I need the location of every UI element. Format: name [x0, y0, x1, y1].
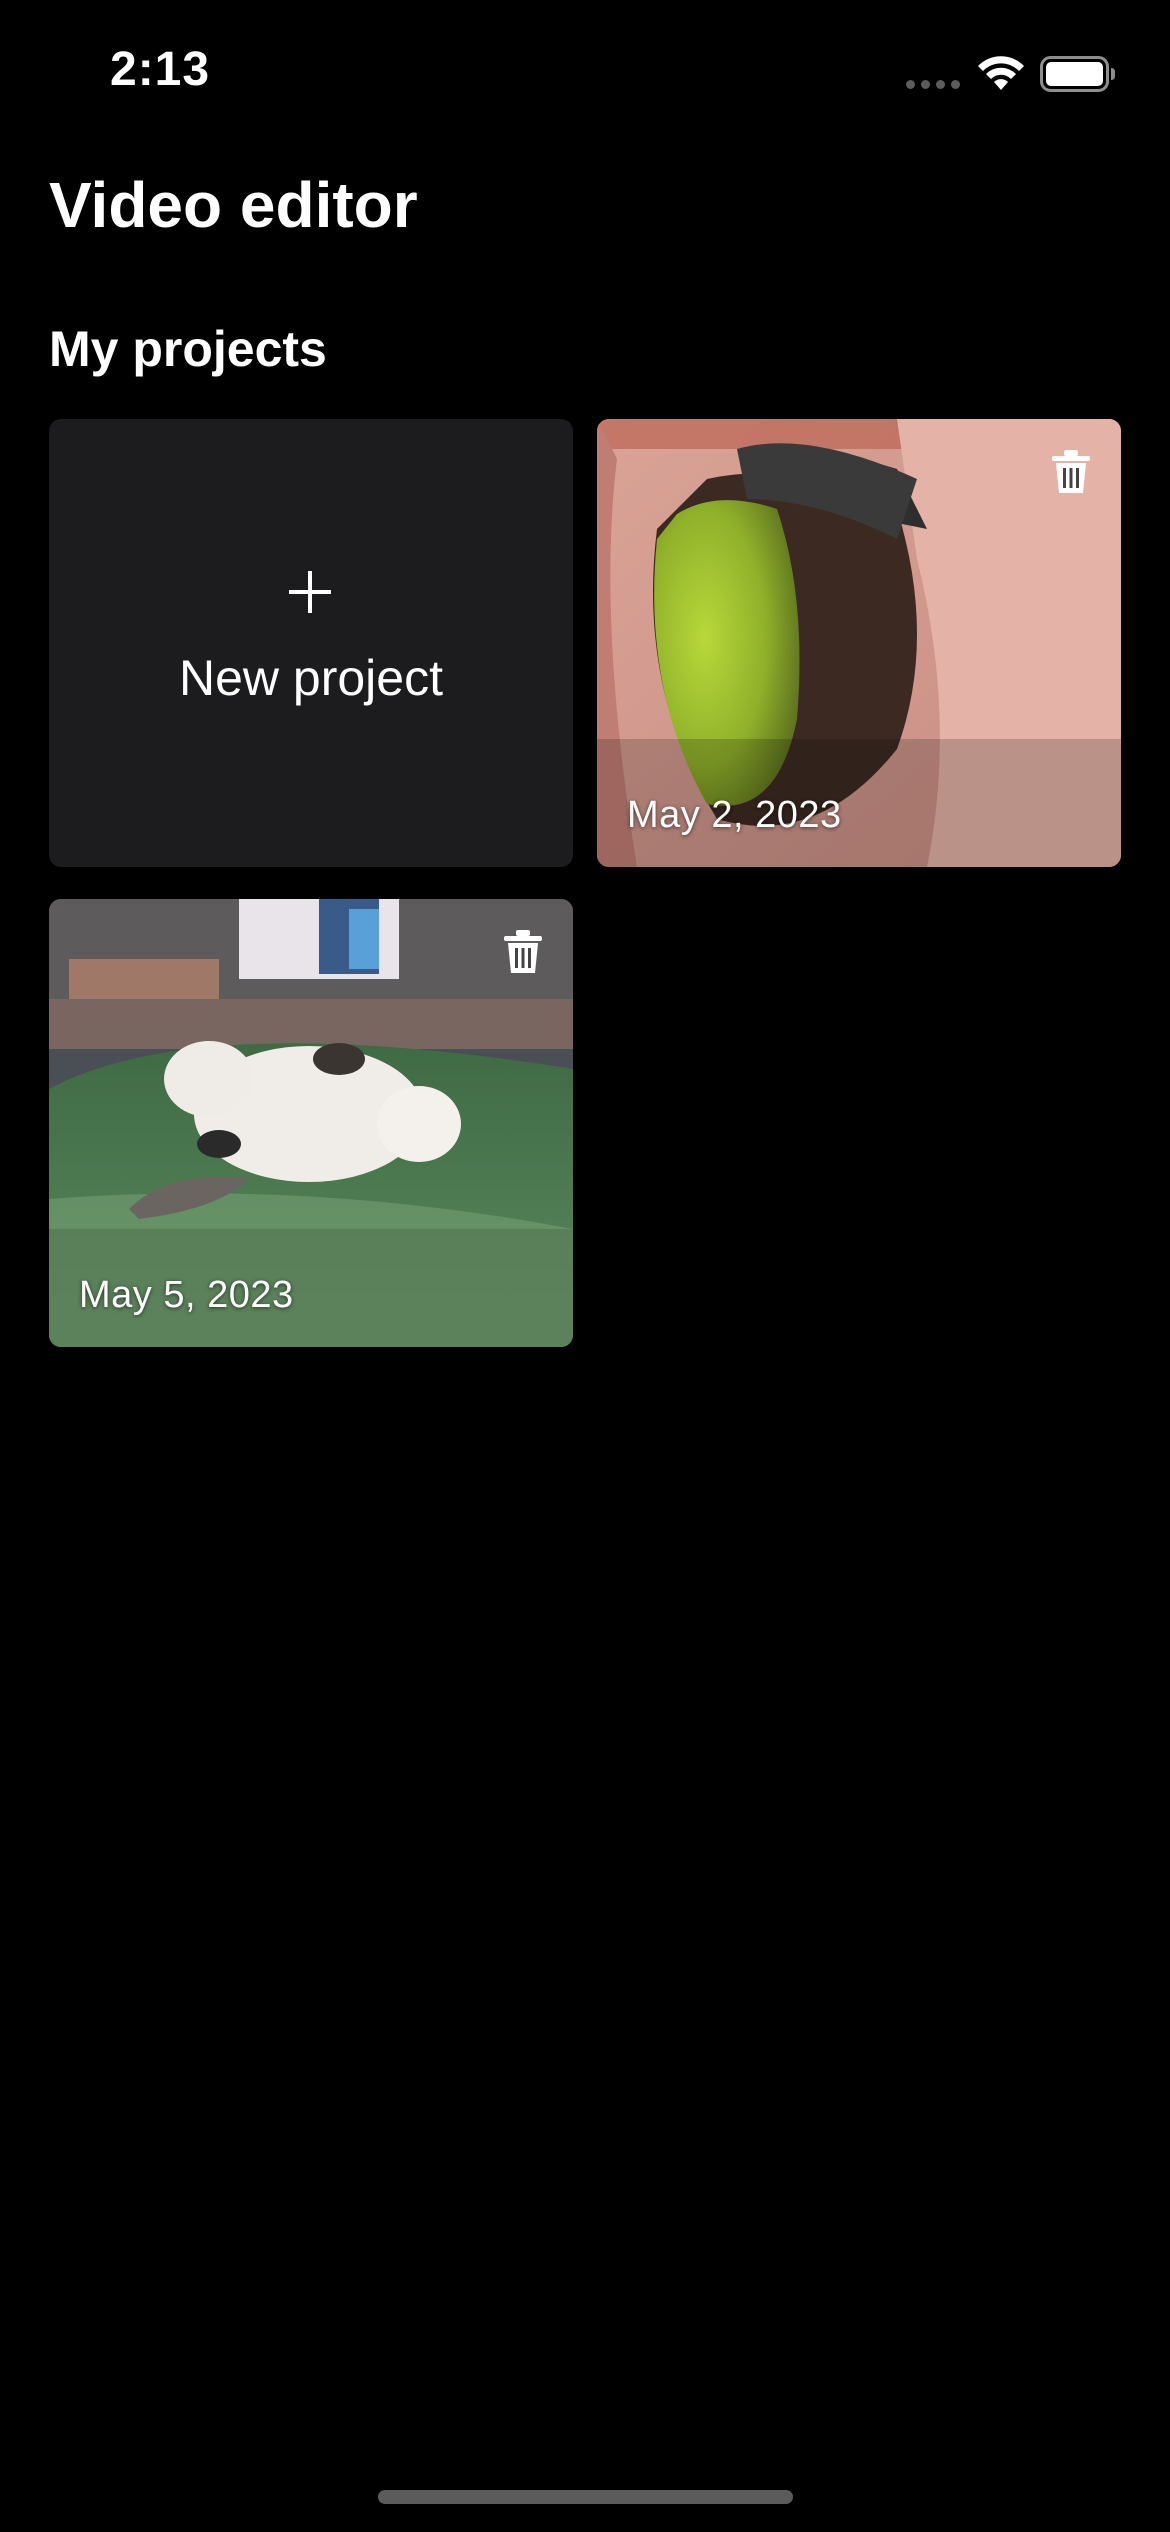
wifi-icon [978, 56, 1024, 90]
page-title: Video editor [49, 169, 418, 241]
signal-dots-icon [906, 80, 960, 90]
project-date: May 2, 2023 [627, 794, 842, 836]
trash-icon[interactable] [1051, 449, 1091, 495]
new-project-button[interactable]: New project [49, 419, 573, 867]
plus-icon [289, 571, 331, 613]
battery-icon [1040, 56, 1115, 92]
home-indicator[interactable] [378, 2490, 793, 2504]
new-project-label: New project [179, 650, 443, 706]
project-card[interactable]: May 5, 2023 [49, 899, 573, 1347]
trash-icon[interactable] [503, 929, 543, 975]
status-bar: 2:13 [0, 0, 1170, 150]
status-time: 2:13 [110, 43, 211, 96]
section-title: My projects [49, 321, 327, 377]
project-date: May 5, 2023 [79, 1274, 294, 1316]
project-card[interactable]: May 2, 2023 [597, 419, 1121, 867]
